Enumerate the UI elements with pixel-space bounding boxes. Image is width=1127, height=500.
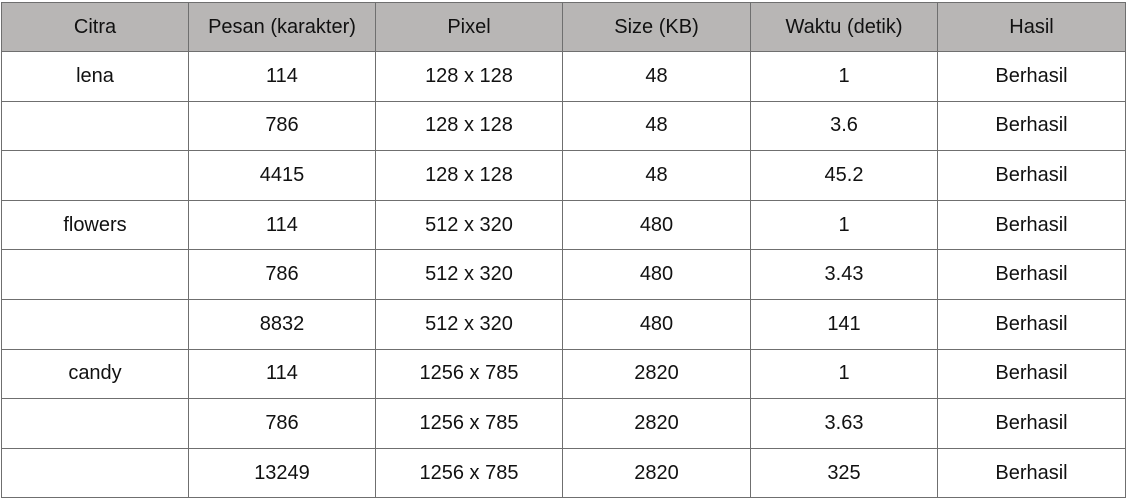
cell-citra bbox=[1, 100, 189, 152]
table-header: Citra Pesan (karakter) Pixel Size (KB) W… bbox=[1, 2, 1126, 52]
table-row: lena 114 128 x 128 48 1 Berhasil bbox=[1, 51, 1126, 102]
header-size: Size (KB) bbox=[562, 2, 751, 52]
cell-waktu: 45.2 bbox=[750, 150, 938, 201]
table-body: lena 114 128 x 128 48 1 Berhasil 786 128… bbox=[1, 51, 1126, 499]
cell-waktu: 1 bbox=[750, 51, 938, 102]
cell-pixel: 512 x 320 bbox=[375, 298, 563, 350]
cell-pesan: 114 bbox=[188, 348, 376, 400]
cell-pixel: 512 x 320 bbox=[375, 249, 563, 300]
cell-pesan: 786 bbox=[188, 249, 376, 300]
cell-size: 2820 bbox=[562, 348, 751, 400]
table-row: candy 114 1256 x 785 2820 1 Berhasil bbox=[1, 348, 1126, 400]
cell-pesan: 786 bbox=[188, 100, 376, 152]
cell-pesan: 8832 bbox=[188, 298, 376, 350]
cell-size: 480 bbox=[562, 298, 751, 350]
cell-hasil: Berhasil bbox=[937, 348, 1126, 400]
cell-pesan: 4415 bbox=[188, 150, 376, 201]
cell-size: 480 bbox=[562, 199, 751, 251]
results-table-container: Citra Pesan (karakter) Pixel Size (KB) W… bbox=[1, 2, 1126, 499]
cell-pixel: 128 x 128 bbox=[375, 150, 563, 201]
cell-citra bbox=[1, 398, 189, 449]
cell-waktu: 325 bbox=[750, 447, 938, 499]
table-row: 786 1256 x 785 2820 3.63 Berhasil bbox=[1, 398, 1126, 449]
cell-hasil: Berhasil bbox=[937, 249, 1126, 300]
cell-waktu: 1 bbox=[750, 199, 938, 251]
results-table: Citra Pesan (karakter) Pixel Size (KB) W… bbox=[1, 2, 1126, 499]
cell-citra bbox=[1, 447, 189, 499]
cell-pixel: 1256 x 785 bbox=[375, 348, 563, 400]
table-row: 13249 1256 x 785 2820 325 Berhasil bbox=[1, 447, 1126, 499]
header-waktu: Waktu (detik) bbox=[750, 2, 938, 52]
table-row: flowers 114 512 x 320 480 1 Berhasil bbox=[1, 199, 1126, 251]
cell-waktu: 3.43 bbox=[750, 249, 938, 300]
cell-citra bbox=[1, 249, 189, 300]
table-row: 8832 512 x 320 480 141 Berhasil bbox=[1, 298, 1126, 350]
cell-pesan: 114 bbox=[188, 51, 376, 102]
cell-citra bbox=[1, 298, 189, 350]
cell-pesan: 13249 bbox=[188, 447, 376, 499]
cell-size: 48 bbox=[562, 100, 751, 152]
cell-waktu: 3.63 bbox=[750, 398, 938, 449]
cell-citra: lena bbox=[1, 51, 189, 102]
header-pesan: Pesan (karakter) bbox=[188, 2, 376, 52]
header-row: Citra Pesan (karakter) Pixel Size (KB) W… bbox=[1, 2, 1126, 52]
table-row: 786 512 x 320 480 3.43 Berhasil bbox=[1, 249, 1126, 300]
header-citra: Citra bbox=[1, 2, 189, 52]
cell-size: 2820 bbox=[562, 447, 751, 499]
header-hasil: Hasil bbox=[937, 2, 1126, 52]
cell-hasil: Berhasil bbox=[937, 298, 1126, 350]
cell-citra: flowers bbox=[1, 199, 189, 251]
cell-pixel: 1256 x 785 bbox=[375, 398, 563, 449]
cell-waktu: 141 bbox=[750, 298, 938, 350]
table-row: 786 128 x 128 48 3.6 Berhasil bbox=[1, 100, 1126, 152]
cell-hasil: Berhasil bbox=[937, 150, 1126, 201]
cell-hasil: Berhasil bbox=[937, 199, 1126, 251]
cell-pixel: 512 x 320 bbox=[375, 199, 563, 251]
cell-size: 48 bbox=[562, 51, 751, 102]
cell-hasil: Berhasil bbox=[937, 398, 1126, 449]
cell-pesan: 114 bbox=[188, 199, 376, 251]
cell-hasil: Berhasil bbox=[937, 100, 1126, 152]
cell-pixel: 128 x 128 bbox=[375, 100, 563, 152]
table-row: 4415 128 x 128 48 45.2 Berhasil bbox=[1, 150, 1126, 201]
cell-pixel: 1256 x 785 bbox=[375, 447, 563, 499]
cell-hasil: Berhasil bbox=[937, 51, 1126, 102]
cell-pixel: 128 x 128 bbox=[375, 51, 563, 102]
cell-size: 480 bbox=[562, 249, 751, 300]
header-pixel: Pixel bbox=[375, 2, 563, 52]
cell-pesan: 786 bbox=[188, 398, 376, 449]
cell-waktu: 1 bbox=[750, 348, 938, 400]
cell-size: 2820 bbox=[562, 398, 751, 449]
cell-hasil: Berhasil bbox=[937, 447, 1126, 499]
cell-citra: candy bbox=[1, 348, 189, 400]
cell-size: 48 bbox=[562, 150, 751, 201]
cell-waktu: 3.6 bbox=[750, 100, 938, 152]
cell-citra bbox=[1, 150, 189, 201]
